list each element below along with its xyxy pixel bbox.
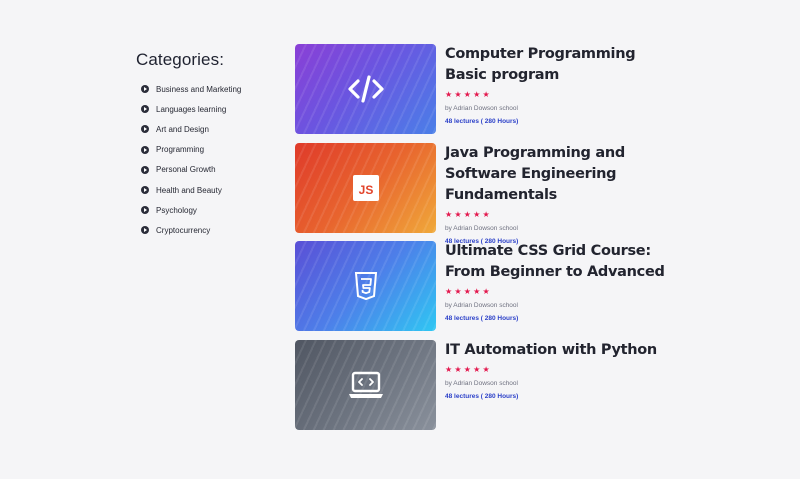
category-item-health-and-beauty[interactable]: Health and Beauty xyxy=(136,180,286,200)
js-badge-text: JS xyxy=(358,183,373,197)
play-circle-icon xyxy=(141,165,149,174)
star-rating: ★★★★★ xyxy=(445,90,492,99)
play-circle-icon xyxy=(141,105,149,114)
course-card[interactable]: JS Java Programming and Software Enginee… xyxy=(295,142,675,245)
course-title[interactable]: IT Automation with Python xyxy=(445,340,675,361)
js-badge-icon: JS xyxy=(352,174,380,202)
star-rating: ★★★★★ xyxy=(445,364,492,374)
category-item-art-and-design[interactable]: Art and Design xyxy=(136,119,286,139)
category-label: Programming xyxy=(156,145,205,155)
course-list: Computer Programming Basic program ★★★★★… xyxy=(295,44,675,438)
categories-title: Categories: xyxy=(136,50,225,69)
category-label: Art and Design xyxy=(156,124,209,134)
course-thumbnail[interactable] xyxy=(295,44,436,134)
star-rating: ★★★★★ xyxy=(445,287,492,297)
course-lectures: 48 lectures ( 280 Hours) xyxy=(445,392,519,400)
course-thumbnail[interactable] xyxy=(295,339,436,430)
category-item-cryptocurrency[interactable]: Cryptocurrency xyxy=(136,220,286,240)
course-title[interactable]: Computer Programming Basic program xyxy=(445,44,675,86)
category-label: Personal Growth xyxy=(156,165,216,175)
course-lectures: 48 lectures ( 280 Hours) xyxy=(445,315,519,323)
code-brackets-icon xyxy=(347,74,385,104)
category-item-psychology[interactable]: Psychology xyxy=(136,200,286,220)
course-thumbnail[interactable]: JS xyxy=(295,142,436,233)
course-title[interactable]: Java Programming and Software Engineerin… xyxy=(445,143,675,206)
category-label: Languages learning xyxy=(156,104,227,114)
course-author: by Adrian Dowson school xyxy=(445,105,518,112)
category-item-personal-growth[interactable]: Personal Growth xyxy=(136,160,286,180)
course-card[interactable]: Computer Programming Basic program ★★★★★… xyxy=(295,44,675,134)
categories-sidebar: Categories: Business and Marketing Langu… xyxy=(136,50,286,241)
course-info: Ultimate CSS Grid Course: From Beginner … xyxy=(445,241,675,323)
course-author: by Adrian Dowson school xyxy=(445,224,518,232)
category-list: Business and Marketing Languages learnin… xyxy=(136,79,286,241)
category-item-languages-learning[interactable]: Languages learning xyxy=(136,99,286,119)
course-card[interactable]: Ultimate CSS Grid Course: From Beginner … xyxy=(295,241,675,332)
play-circle-icon xyxy=(141,125,149,134)
play-circle-icon xyxy=(141,206,149,215)
category-label: Cryptocurrency xyxy=(156,225,211,235)
category-label: Psychology xyxy=(156,205,197,215)
course-title[interactable]: Ultimate CSS Grid Course: From Beginner … xyxy=(445,241,675,283)
css3-shield-icon xyxy=(354,271,378,301)
category-label: Business and Marketing xyxy=(156,84,242,94)
star-rating: ★★★★★ xyxy=(445,209,492,219)
category-label: Health and Beauty xyxy=(156,185,222,195)
course-info: IT Automation with Python ★★★★★ by Adria… xyxy=(445,340,675,401)
play-circle-icon xyxy=(141,85,149,94)
course-author: by Adrian Dowson school xyxy=(445,302,518,310)
course-card[interactable]: IT Automation with Python ★★★★★ by Adria… xyxy=(295,339,675,430)
play-circle-icon xyxy=(141,186,149,195)
category-item-programming[interactable]: Programming xyxy=(136,140,286,160)
course-thumbnail[interactable] xyxy=(295,241,436,332)
course-author: by Adrian Dowson school xyxy=(445,379,518,387)
course-info: Computer Programming Basic program ★★★★★… xyxy=(445,44,675,126)
play-circle-icon xyxy=(141,226,149,235)
play-circle-icon xyxy=(141,145,149,154)
course-lectures: 48 lectures ( 280 Hours) xyxy=(445,118,519,125)
laptop-code-icon xyxy=(347,370,385,400)
course-info: Java Programming and Software Engineerin… xyxy=(445,143,675,246)
category-item-business-and-marketing[interactable]: Business and Marketing xyxy=(136,79,286,99)
